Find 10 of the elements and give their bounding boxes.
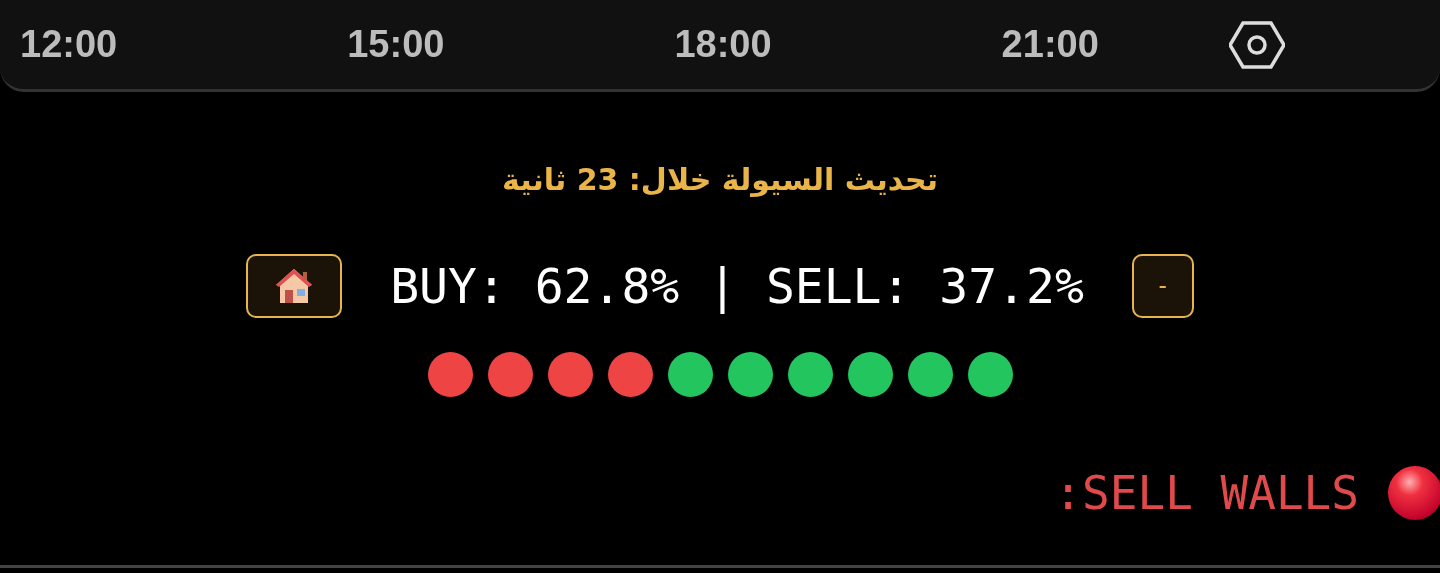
refresh-notice: تحديث السيولة خلال: 23 ثانية: [501, 161, 939, 199]
sell-walls-label: :SELL WALLS: [1054, 466, 1359, 520]
home-button[interactable]: [246, 254, 343, 318]
hour-label: 15:00: [347, 23, 445, 66]
buy-sell-ratio: BUY: 62.8% | SELL: 37.2%: [390, 258, 1084, 314]
hour-label: 18:00: [674, 23, 772, 66]
hour-label: 12:00: [20, 23, 118, 66]
minus-button[interactable]: -: [1131, 254, 1194, 318]
settings-icon[interactable]: [1228, 20, 1285, 69]
hour-label: 21:00: [1001, 23, 1099, 66]
